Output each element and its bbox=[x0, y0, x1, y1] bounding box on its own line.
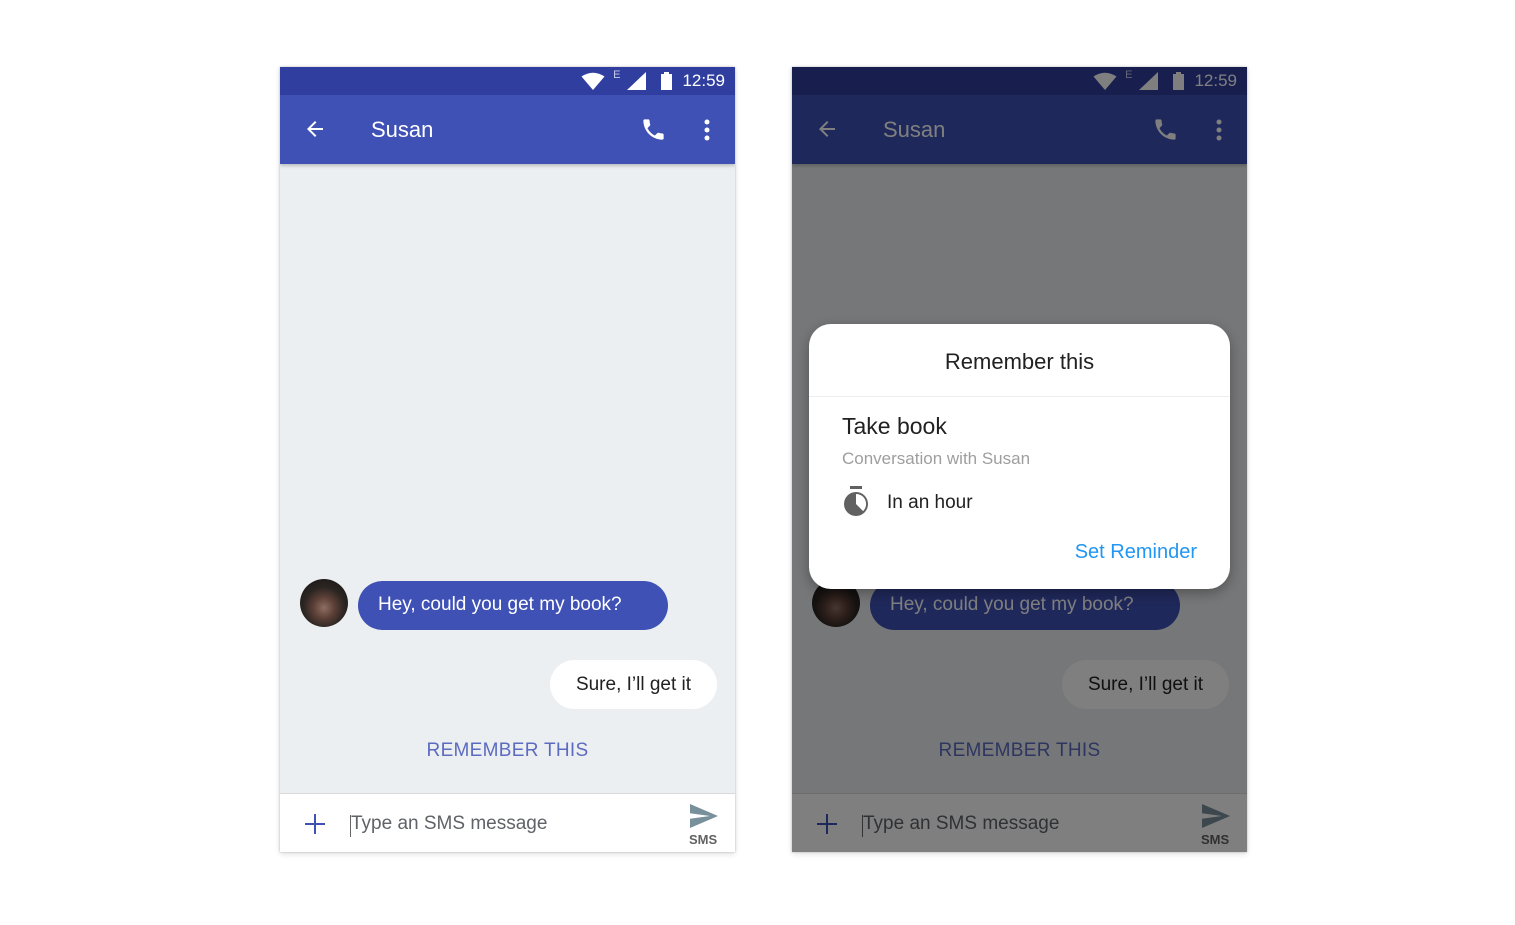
reminder-time: In an hour bbox=[887, 492, 973, 513]
reminder-title: Take book bbox=[842, 413, 947, 439]
message-input[interactable] bbox=[351, 813, 651, 835]
remember-this-dialog: Remember this Take book Conversation wit… bbox=[809, 324, 1230, 589]
battery-icon bbox=[661, 72, 673, 90]
status-bar: E 12:59 bbox=[280, 67, 735, 95]
app-bar: Susan bbox=[280, 95, 735, 164]
phone-screen-conversation: E 12:59 Susan Hey, could you get my book… bbox=[280, 67, 735, 852]
timer-icon bbox=[842, 486, 870, 523]
status-time: 12:59 bbox=[682, 71, 725, 90]
dialog-divider bbox=[809, 396, 1230, 397]
send-icon[interactable] bbox=[690, 804, 718, 833]
back-arrow-icon[interactable] bbox=[303, 117, 327, 146]
outgoing-message-bubble[interactable]: Sure, I’ll get it bbox=[550, 660, 717, 709]
send-sms-label: SMS bbox=[689, 832, 718, 847]
more-vert-icon[interactable] bbox=[700, 118, 714, 147]
reminder-source: Conversation with Susan bbox=[842, 449, 1031, 468]
network-type-indicator: E bbox=[613, 69, 621, 81]
remember-this-button[interactable]: REMEMBER THIS bbox=[280, 740, 735, 762]
compose-bar: SMS bbox=[280, 793, 735, 852]
conversation-title: Susan bbox=[371, 117, 434, 142]
avatar[interactable] bbox=[300, 579, 348, 627]
wifi-icon bbox=[581, 72, 605, 90]
set-reminder-button[interactable]: Set Reminder bbox=[1075, 541, 1197, 564]
plus-icon[interactable] bbox=[304, 813, 326, 840]
signal-icon bbox=[627, 72, 647, 90]
dialog-title: Remember this bbox=[944, 349, 1095, 374]
phone-screen-reminder-dialog: E 12:59 Susan Hey, could you get my book… bbox=[792, 67, 1247, 852]
incoming-message-bubble[interactable]: Hey, could you get my book? bbox=[358, 581, 668, 630]
phone-icon[interactable] bbox=[640, 116, 667, 148]
